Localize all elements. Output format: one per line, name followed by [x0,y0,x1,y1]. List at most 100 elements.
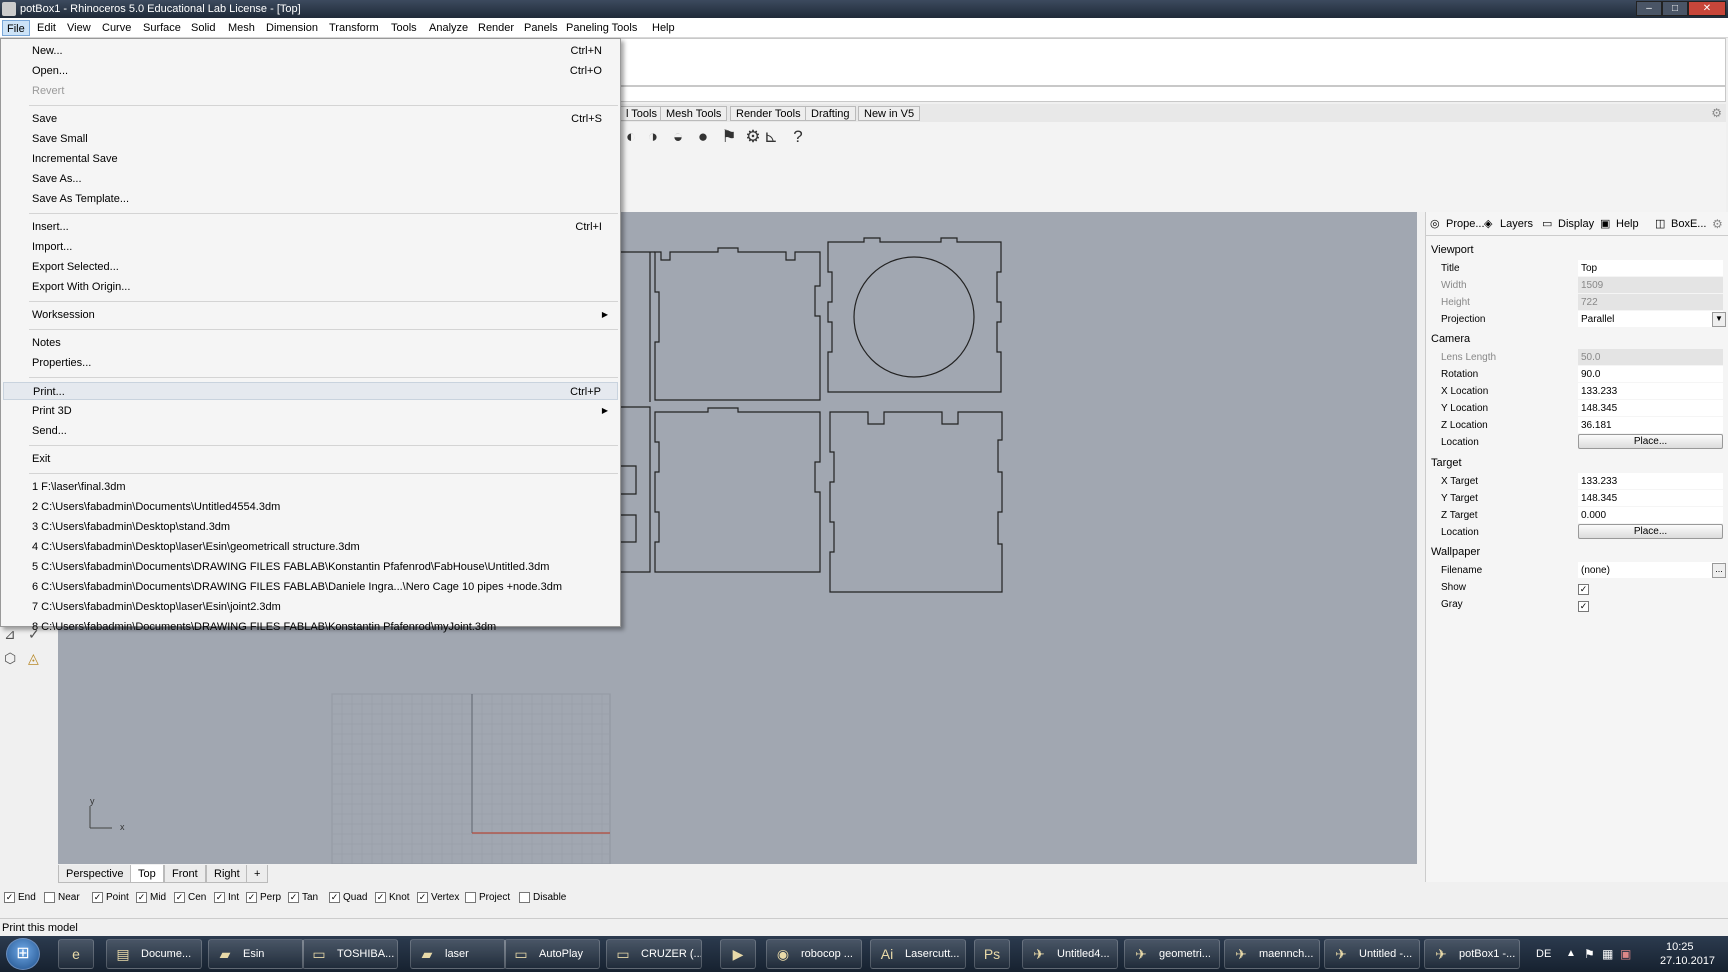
y-target-field[interactable]: 148.345 [1578,490,1723,506]
minimize-button[interactable]: – [1636,1,1662,16]
viewport-tab-top[interactable]: Top [130,865,164,883]
viewport-tab-perspective[interactable]: Perspective [58,865,132,883]
file-menu-item[interactable]: 5 C:\Users\fabadmin\Documents\DRAWING FI… [3,558,618,576]
menu-mesh[interactable]: Mesh [224,20,259,36]
y-location-field[interactable]: 148.345 [1578,400,1723,416]
osnap-checkbox[interactable]: ✓ [92,891,103,903]
menu-surface[interactable]: Surface [139,20,185,36]
solid-tool-icon[interactable]: ⬡ [4,650,24,670]
osnap-knot[interactable]: ✓ Knot [375,891,410,905]
menu-dimension[interactable]: Dimension [262,20,322,36]
osnap-checkbox[interactable] [44,891,55,903]
file-menu-item[interactable]: 6 C:\Users\fabadmin\Documents\DRAWING FI… [3,578,618,596]
network-icon[interactable]: ▦ [1602,947,1613,961]
add-viewport-tab-button[interactable]: + [246,865,269,883]
panel-settings-icon[interactable]: ⚙ [1712,217,1723,231]
menu-tools[interactable]: Tools [387,20,421,36]
taskbar-item[interactable]: ✈ maennch... [1224,939,1320,969]
menu-view[interactable]: View [63,20,95,36]
osnap-tan[interactable]: ✓ Tan [288,891,318,905]
file-menu-item[interactable]: Properties... [3,354,618,372]
osnap-checkbox[interactable] [519,891,530,903]
file-menu-item[interactable]: 2 C:\Users\fabadmin\Documents\Untitled45… [3,498,618,516]
menu-file[interactable]: File [2,20,30,36]
command-line[interactable] [620,86,1726,102]
toolbar-tab[interactable]: Mesh Tools [660,106,728,121]
taskbar-item[interactable]: Ai Lasercutt... [870,939,966,969]
file-menu-item[interactable]: 1 F:\laser\final.3dm [3,478,618,496]
taskbar-item[interactable]: ✈ geometri... [1124,939,1220,969]
file-menu-item[interactable]: Open... Ctrl+O [3,62,618,80]
osnap-checkbox[interactable]: ✓ [214,891,225,903]
osnap-point[interactable]: ✓ Point [92,891,129,905]
help-icon[interactable]: ? [787,126,809,148]
file-menu-item[interactable]: 3 C:\Users\fabadmin\Desktop\stand.3dm [3,518,618,536]
chevron-down-icon[interactable]: ▼ [1712,312,1726,327]
file-menu-item[interactable]: 7 C:\Users\fabadmin\Desktop\laser\Esin\j… [3,598,618,616]
osnap-checkbox[interactable]: ✓ [288,891,299,903]
osnap-perp[interactable]: ✓ Perp [246,891,281,905]
file-menu-item[interactable]: Save Small [3,130,618,148]
menu-help[interactable]: Help [648,20,679,36]
taskbar-item[interactable]: ▭ CRUZER (... [606,939,702,969]
osnap-checkbox[interactable]: ✓ [329,891,340,903]
menu-paneling-tools[interactable]: Paneling Tools [562,20,641,36]
file-menu-item[interactable]: Save As Template... [3,190,618,208]
viewport-tab-front[interactable]: Front [164,865,206,883]
file-menu-item[interactable]: Notes [3,334,618,352]
osnap-vertex[interactable]: ✓ Vertex [417,891,459,905]
file-menu-item[interactable]: Export Selected... [3,258,618,276]
target-place-button[interactable]: Place... [1578,524,1723,539]
x-location-field[interactable]: 133.233 [1578,383,1723,399]
select-arrow-icon[interactable]: ⚑ [718,126,740,148]
taskbar-item[interactable]: ▶ [720,939,756,969]
acrobat-icon[interactable]: ▣ [1620,947,1631,961]
rotation-field[interactable]: 90.0 [1578,366,1723,382]
taskbar-item[interactable]: ✈ Untitled4... [1022,939,1118,969]
ghosted-sphere-icon[interactable]: ◒ [667,126,689,148]
file-menu-item[interactable]: Save Ctrl+S [3,110,618,128]
panel-tab-3[interactable]: ▣ Help [1598,215,1639,233]
file-menu-item[interactable]: Incremental Save [3,150,618,168]
file-menu-item[interactable]: 8 C:\Users\fabadmin\Documents\DRAWING FI… [3,618,618,636]
toolbar-tab[interactable]: Render Tools [730,106,807,121]
file-menu-item[interactable]: Insert... Ctrl+I [3,218,618,236]
file-menu-item[interactable]: Import... [3,238,618,256]
taskbar-item[interactable]: e [58,939,94,969]
taskbar-item[interactable]: ✈ Untitled -... [1324,939,1420,969]
osnap-checkbox[interactable]: ✓ [4,891,15,903]
panel-tab-4[interactable]: ◫ BoxE... [1653,215,1706,233]
osnap-checkbox[interactable] [465,891,476,903]
file-menu-item[interactable]: New... Ctrl+N [3,42,618,60]
toolbar-tab[interactable]: Drafting [805,106,856,121]
menu-analyze[interactable]: Analyze [425,20,472,36]
panel-tab-1[interactable]: ◈ Layers [1482,215,1533,233]
menu-transform[interactable]: Transform [325,20,383,36]
file-menu-item[interactable]: 4 C:\Users\fabadmin\Desktop\laser\Esin\g… [3,538,618,556]
render-sphere-icon[interactable]: ◐ [620,126,642,148]
rendered-sphere-icon[interactable]: ● [692,126,714,148]
x-target-field[interactable]: 133.233 [1578,473,1723,489]
file-menu-item[interactable]: Worksession ▶ [3,306,618,324]
taskbar-item[interactable]: ▭ AutoPlay [504,939,600,969]
browse-button[interactable]: ... [1712,563,1726,578]
osnap-near[interactable]: Near [44,891,80,905]
file-menu-item[interactable]: Print 3D ▶ [3,402,618,420]
menu-panels[interactable]: Panels [520,20,562,36]
snap-grid-icon[interactable]: ⊾ [760,126,782,148]
panel-tab-0[interactable]: ◎ Prope... [1428,215,1485,233]
osnap-cen[interactable]: ✓ Cen [174,891,206,905]
title-field[interactable]: Top [1578,260,1723,276]
osnap-end[interactable]: ✓ End [4,891,36,905]
shade-sphere-icon[interactable]: ◑ [642,126,664,148]
taskbar-item[interactable]: ✈ potBox1 -... [1424,939,1520,969]
osnap-quad[interactable]: ✓ Quad [329,891,367,905]
camera-place-button[interactable]: Place... [1578,434,1723,449]
toolbar-tab[interactable]: l Tools [620,106,663,121]
taskbar-item[interactable]: ▤ Docume... [106,939,202,969]
viewport-tab-right[interactable]: Right [206,865,248,883]
file-menu-item[interactable]: Print... Ctrl+P [3,382,618,400]
osnap-checkbox[interactable]: ✓ [174,891,185,903]
taskbar-item[interactable]: ▰ laser [410,939,506,969]
taskbar-item[interactable]: ◉ robocop ... [766,939,862,969]
